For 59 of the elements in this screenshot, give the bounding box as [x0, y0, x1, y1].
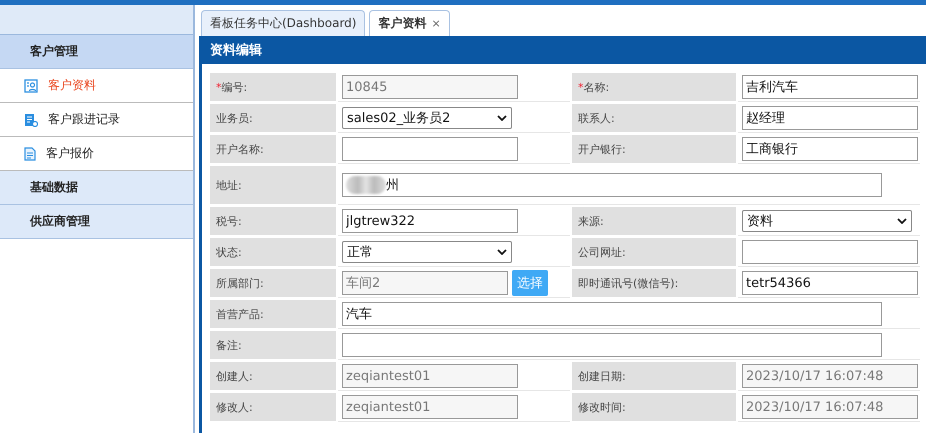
input-field[interactable]: 赵经理	[742, 106, 918, 130]
input-field[interactable]	[342, 333, 882, 357]
readonly-field[interactable]: 2023/10/17 16:07:48	[742, 395, 918, 419]
field-label: 税号:	[210, 207, 336, 235]
sidebar-item-label: 客户资料	[48, 77, 96, 94]
field-label: 即时通讯号(微信号):	[572, 269, 736, 297]
chevron-down-icon	[897, 218, 907, 224]
panel-title: 资料编辑	[202, 36, 926, 64]
field-label: 来源:	[572, 207, 736, 235]
field-label: 地址:	[210, 166, 336, 204]
field-label: 创建日期:	[572, 362, 736, 390]
select-field[interactable]: 正常	[342, 241, 512, 263]
field-label: 所属部门:	[210, 269, 336, 297]
field-label: 备注:	[210, 331, 336, 359]
input-field[interactable]: 工商银行	[742, 137, 918, 161]
field-label: 状态:	[210, 238, 336, 266]
readonly-field[interactable]: 2023/10/17 16:07:48	[742, 364, 918, 388]
tab-label: 客户资料	[378, 15, 426, 32]
sidebar-item[interactable]: 客户跟进记录	[0, 103, 193, 137]
tab[interactable]: 客户资料 ×	[369, 10, 450, 36]
field-label: 修改时间:	[572, 393, 736, 421]
field-label: 开户银行:	[572, 135, 736, 163]
field-label: 修改人:	[210, 393, 336, 421]
readonly-field[interactable]: zeqiantest01	[342, 395, 518, 419]
sidebar-group[interactable]: 供应商管理	[0, 205, 193, 239]
input-field[interactable]	[342, 137, 518, 161]
select-field[interactable]: sales02_业务员2	[342, 107, 512, 129]
field-label: *名称:	[572, 73, 736, 101]
readonly-field[interactable]: 车间2	[342, 271, 508, 295]
field-label: 开户名称:	[210, 135, 336, 163]
chevron-down-icon	[497, 115, 507, 121]
close-icon[interactable]: ×	[431, 17, 441, 30]
document-icon	[24, 146, 36, 160]
field-label: 创建人:	[210, 362, 336, 390]
field-value: 州	[386, 177, 399, 194]
field-label: 公司网址:	[572, 238, 736, 266]
sidebar-group[interactable]: 客户管理	[0, 35, 193, 69]
tab[interactable]: 看板任务中心(Dashboard)	[201, 10, 366, 36]
document-list-icon	[24, 112, 38, 126]
input-field[interactable]: 汽车	[342, 302, 882, 326]
sidebar-item[interactable]: 客户资料	[0, 69, 193, 103]
field-label: *编号:	[210, 73, 336, 101]
tab-label: 看板任务中心(Dashboard)	[210, 15, 356, 32]
sidebar-group[interactable]: 基础数据	[0, 171, 193, 205]
contact-card-icon	[24, 78, 38, 92]
input-field[interactable]: tetr54366	[742, 271, 918, 295]
input-field[interactable]	[742, 240, 918, 264]
chevron-down-icon	[497, 249, 507, 255]
address-field[interactable]: 州	[342, 173, 882, 197]
field-label: 业务员:	[210, 104, 336, 132]
input-field[interactable]: jlgtrew322	[342, 209, 518, 233]
field-label: 联系人:	[572, 104, 736, 132]
field-label: 首营产品:	[210, 300, 336, 328]
select-field[interactable]: 资料	[742, 210, 912, 232]
sidebar-item-label: 客户报价	[46, 145, 94, 162]
readonly-field[interactable]: 10845	[342, 75, 518, 99]
readonly-field[interactable]: zeqiantest01	[342, 364, 518, 388]
input-field[interactable]: 吉利汽车	[742, 75, 918, 99]
sidebar-item-label: 客户跟进记录	[48, 111, 120, 128]
